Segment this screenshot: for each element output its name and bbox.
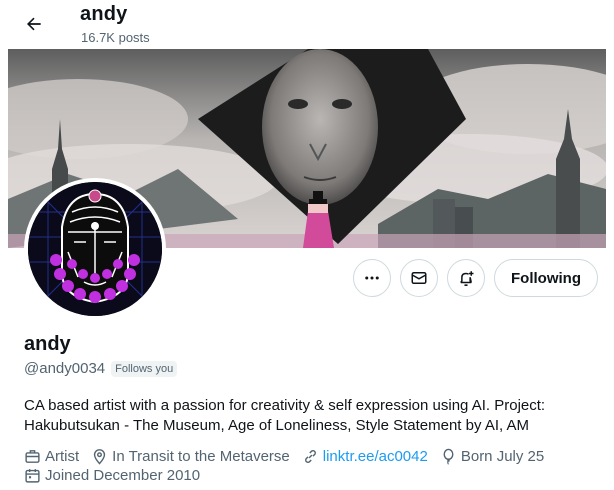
website-item[interactable]: linktr.ee/ac0042: [302, 447, 428, 466]
user-handle: @andy0034: [24, 360, 106, 377]
top-bar: andy 16.7K posts: [0, 0, 614, 48]
avatar-image: [28, 182, 162, 316]
birthday-label: Born July 25: [460, 448, 545, 465]
follows-you-badge: Follows you: [111, 360, 178, 377]
more-icon: [365, 276, 379, 280]
category-label: Artist: [45, 448, 80, 465]
posts-count: 16.7K posts: [81, 30, 150, 45]
profile-bio: CA based artist with a passion for creat…: [24, 397, 546, 434]
page-title: andy: [80, 3, 128, 25]
arrow-left-icon: [27, 17, 41, 31]
location-label: In Transit to the Metaverse: [112, 448, 290, 465]
back-button[interactable]: [18, 8, 50, 40]
profile-meta: Artist In Transit to the Metaverse linkt…: [24, 447, 604, 485]
avatar[interactable]: [24, 178, 166, 320]
display-name: andy: [24, 333, 71, 355]
more-button[interactable]: [353, 259, 392, 297]
birthday-item: Born July 25: [440, 447, 544, 466]
notify-button[interactable]: [447, 259, 486, 297]
joined-item: Joined December 2010: [24, 466, 200, 485]
joined-label: Joined December 2010: [45, 467, 201, 484]
briefcase-icon: [25, 450, 40, 463]
profile-actions: Following: [353, 259, 598, 297]
link-icon: [304, 450, 316, 463]
category-item: Artist: [24, 447, 79, 466]
location-item: In Transit to the Metaverse: [91, 447, 290, 466]
website-link[interactable]: linktr.ee/ac0042: [323, 447, 428, 466]
message-button[interactable]: [400, 259, 439, 297]
following-button[interactable]: Following: [494, 259, 598, 297]
bell-plus-icon: [460, 271, 474, 287]
calendar-icon: [25, 469, 40, 483]
handle-row: @andy0034 Follows you: [24, 360, 178, 377]
balloon-icon: [443, 448, 454, 465]
map-pin-icon: [94, 449, 106, 465]
envelope-icon: [411, 272, 427, 284]
